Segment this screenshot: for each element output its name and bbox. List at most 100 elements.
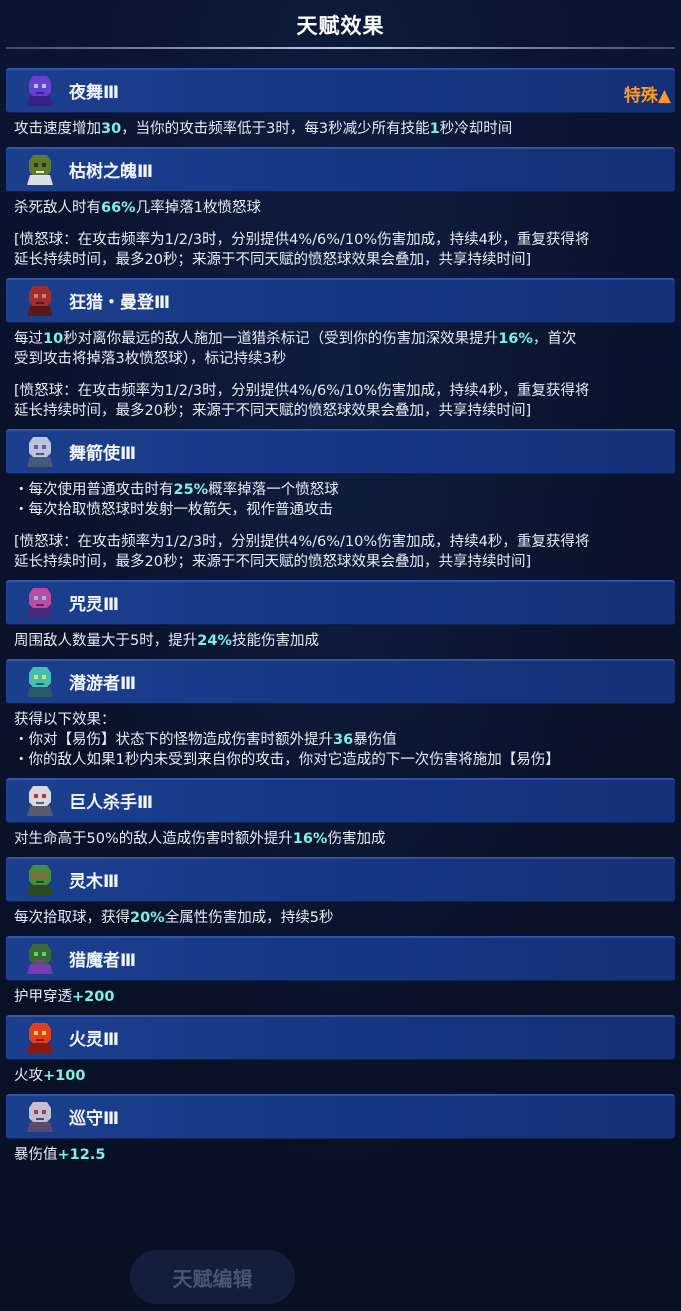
description-line: 周围敌人数量大于5时，提升24%技能伤害加成 bbox=[14, 631, 667, 651]
talent-description: ・每次使用普通攻击时有25%概率掉落一个愤怒球・每次拾取愤怒球时发射一枚箭矢，视… bbox=[6, 474, 675, 580]
talent-header[interactable]: 火灵Ⅲ bbox=[6, 1015, 675, 1060]
fire-spirit-icon bbox=[23, 1021, 57, 1055]
description-text: 技能伤害加成 bbox=[231, 633, 319, 649]
description-text: 护甲穿透 bbox=[14, 989, 72, 1005]
talent-description: 杀死敌人时有66%几率掉落1枚愤怒球 [愤怒球：在攻击频率为1/2/3时，分别提供… bbox=[6, 192, 675, 278]
description-line: 护甲穿透+200 bbox=[14, 987, 667, 1007]
talent-item: 灵木Ⅲ 每次拾取球，获得20%全属性伤害加成，持续5秒 bbox=[6, 857, 675, 936]
description-line: ・你对【易伤】状态下的怪物造成伤害时额外提升36暴伤值 bbox=[14, 730, 667, 750]
highlight-value: 66% bbox=[101, 200, 136, 216]
arrow-dancer-icon bbox=[23, 435, 57, 469]
description-line: 暴伤值+12.5 bbox=[14, 1145, 667, 1165]
talent-header[interactable]: 狂猎・曼登Ⅲ bbox=[6, 278, 675, 323]
description-line: 攻击速度增加30，当你的攻击频率低于3时，每3秒减少所有技能1秒冷却时间 bbox=[14, 119, 667, 139]
talent-header[interactable]: 灵木Ⅲ bbox=[6, 857, 675, 902]
demon-hunter-icon bbox=[23, 942, 57, 976]
talent-item: 枯树之魄Ⅲ 杀死敌人时有66%几率掉落1枚愤怒球 [愤怒球：在攻击频率为1/2/3时… bbox=[6, 147, 675, 278]
description-text: 伤害加成 bbox=[327, 831, 386, 847]
talent-item: 猎魔者Ⅲ 护甲穿透+200 bbox=[6, 936, 675, 1015]
talent-description: 对生命高于50%的敌人造成伤害时额外提升16%伤害加成 bbox=[6, 823, 675, 857]
highlight-value: +100 bbox=[43, 1068, 86, 1084]
talent-item: 狂猎・曼登Ⅲ 每过10秒对离你最远的敌人施加一道猎杀标记（受到你的伤害加深效果提升… bbox=[6, 278, 675, 429]
description-text: 火攻 bbox=[14, 1068, 43, 1084]
description-text: ・每次拾取愤怒球时发射一枚箭矢，视作普通攻击 bbox=[14, 502, 333, 518]
talent-header[interactable]: 猎魔者Ⅲ bbox=[6, 936, 675, 981]
talent-list[interactable]: 夜舞Ⅲ 特殊▲ 攻击速度增加30，当你的攻击频率低于3时，每3秒减少所有技能1秒冷却… bbox=[6, 68, 675, 1173]
description-line: [愤怒球：在攻击频率为1/2/3时，分别提供4%/6%/10%伤害加成，持续4秒… bbox=[14, 381, 667, 401]
highlight-value: 16% bbox=[292, 831, 328, 847]
talent-name: 猎魔者Ⅲ bbox=[69, 951, 137, 971]
talent-header[interactable]: 潜游者Ⅲ bbox=[6, 659, 675, 704]
description-line: 获得以下效果： bbox=[14, 710, 667, 730]
description-line: 每次拾取球，获得20%全属性伤害加成，持续5秒 bbox=[14, 908, 667, 928]
description-text: ・你的敌人如果1秒内未受到来自你的攻击，你对它造成的下一次伤害将施加【易伤】 bbox=[14, 752, 560, 768]
description-line: 延长持续时间，最多20秒；来源于不同天赋的愤怒球效果会叠加，共享持续时间] bbox=[14, 552, 667, 572]
description-text: 延长持续时间，最多20秒；来源于不同天赋的愤怒球效果会叠加，共享持续时间] bbox=[14, 252, 532, 268]
description-text: 杀死敌人时有 bbox=[14, 200, 101, 216]
description-line: 对生命高于50%的敌人造成伤害时额外提升16%伤害加成 bbox=[14, 829, 667, 849]
talent-header[interactable]: 咒灵Ⅲ bbox=[6, 580, 675, 625]
talent-name: 巡守Ⅲ bbox=[69, 1109, 120, 1129]
talent-description: 暴伤值+12.5 bbox=[6, 1139, 675, 1173]
talent-name: 狂猎・曼登Ⅲ bbox=[69, 293, 171, 313]
description-text: ，当你的攻击频率低于3时，每3秒减少所有技能 bbox=[121, 121, 430, 137]
description-text: 攻击速度增加 bbox=[14, 121, 101, 137]
highlight-value: +12.5 bbox=[57, 1147, 106, 1163]
description-line: ・每次使用普通攻击时有25%概率掉落一个愤怒球 bbox=[14, 480, 667, 500]
talent-name: 火灵Ⅲ bbox=[69, 1030, 120, 1050]
talent-header[interactable]: 巡守Ⅲ bbox=[6, 1094, 675, 1139]
description-line: [愤怒球：在攻击频率为1/2/3时，分别提供4%/6%/10%伤害加成，持续4秒… bbox=[14, 230, 667, 250]
description-text: ・你对【易伤】状态下的怪物造成伤害时额外提升 bbox=[14, 732, 333, 748]
highlight-value: 20% bbox=[130, 910, 165, 926]
talent-description: 周围敌人数量大于5时，提升24%技能伤害加成 bbox=[6, 625, 675, 659]
highlight-value: +200 bbox=[72, 989, 115, 1005]
talent-description: 获得以下效果： ・你对【易伤】状态下的怪物造成伤害时额外提升36暴伤值・你的敌人如… bbox=[6, 704, 675, 778]
description-text: 延长持续时间，最多20秒；来源于不同天赋的愤怒球效果会叠加，共享持续时间] bbox=[14, 403, 532, 419]
description-text: 延长持续时间，最多20秒；来源于不同天赋的愤怒球效果会叠加，共享持续时间] bbox=[14, 554, 532, 570]
diver-icon bbox=[23, 665, 57, 699]
header-divider bbox=[6, 47, 675, 49]
talent-header[interactable]: 枯树之魄Ⅲ bbox=[6, 147, 675, 192]
curse-spirit-icon bbox=[23, 586, 57, 620]
special-tag[interactable]: 特殊▲ bbox=[624, 81, 671, 106]
highlight-value: 36 bbox=[333, 732, 354, 748]
withered-tree-icon bbox=[23, 153, 57, 187]
header: 天赋效果 bbox=[0, 0, 681, 50]
talent-description: 每过10秒对离你最远的敌人施加一道猎杀标记（受到你的伤害加深效果提升16%，首次… bbox=[6, 323, 675, 429]
talent-description: 护甲穿透+200 bbox=[6, 981, 675, 1015]
talent-header[interactable]: 夜舞Ⅲ 特殊▲ bbox=[6, 68, 675, 113]
description-text: 暴伤值 bbox=[14, 1147, 58, 1163]
description-text: 暴伤值 bbox=[353, 732, 397, 748]
talent-item: 巨人杀手Ⅲ 对生命高于50%的敌人造成伤害时额外提升16%伤害加成 bbox=[6, 778, 675, 857]
description-text: 概率掉落一个愤怒球 bbox=[208, 482, 339, 498]
talent-header[interactable]: 舞箭使Ⅲ bbox=[6, 429, 675, 474]
night-dancer-icon bbox=[23, 74, 57, 108]
page-title: 天赋效果 bbox=[296, 14, 385, 38]
talent-name: 舞箭使Ⅲ bbox=[69, 444, 137, 464]
highlight-value: 1 bbox=[429, 121, 440, 137]
description-line: 延长持续时间，最多20秒；来源于不同天赋的愤怒球效果会叠加，共享持续时间] bbox=[14, 250, 667, 270]
talent-item: 夜舞Ⅲ 特殊▲ 攻击速度增加30，当你的攻击频率低于3时，每3秒减少所有技能1秒冷却… bbox=[6, 68, 675, 147]
talent-item: 潜游者Ⅲ 获得以下效果： ・你对【易伤】状态下的怪物造成伤害时额外提升36暴伤值 ・你… bbox=[6, 659, 675, 778]
talent-item: 舞箭使Ⅲ ・每次使用普通攻击时有25%概率掉落一个愤怒球・每次拾取愤怒球时发射一枚… bbox=[6, 429, 675, 580]
description-text: 秒冷却时间 bbox=[439, 121, 513, 137]
description-text: 受到攻击将掉落3枚愤怒球），标记持续3秒 bbox=[14, 351, 287, 367]
description-text: 每过 bbox=[14, 331, 43, 347]
highlight-value: 25% bbox=[173, 482, 209, 498]
description-line: 延长持续时间，最多20秒；来源于不同天赋的愤怒球效果会叠加，共享持续时间] bbox=[14, 401, 667, 421]
description-line: ・你的敌人如果1秒内未受到来自你的攻击，你对它造成的下一次伤害将施加【易伤】 bbox=[14, 750, 667, 770]
talent-edit-button[interactable]: 天赋编辑 bbox=[130, 1250, 295, 1304]
description-text: ・每次使用普通攻击时有 bbox=[14, 482, 174, 498]
talent-name: 灵木Ⅲ bbox=[69, 872, 120, 892]
highlight-value: 16% bbox=[498, 331, 533, 347]
talent-name: 潜游者Ⅲ bbox=[69, 674, 137, 694]
description-line: [愤怒球：在攻击频率为1/2/3时，分别提供4%/6%/10%伤害加成，持续4秒… bbox=[14, 532, 667, 552]
description-line: 每过10秒对离你最远的敌人施加一道猎杀标记（受到你的伤害加深效果提升16%，首次 bbox=[14, 329, 667, 349]
talent-header[interactable]: 巨人杀手Ⅲ bbox=[6, 778, 675, 823]
description-text: 获得以下效果： bbox=[14, 712, 116, 728]
description-line: 杀死敌人时有66%几率掉落1枚愤怒球 bbox=[14, 198, 667, 218]
talent-name: 枯树之魄Ⅲ bbox=[69, 162, 154, 182]
